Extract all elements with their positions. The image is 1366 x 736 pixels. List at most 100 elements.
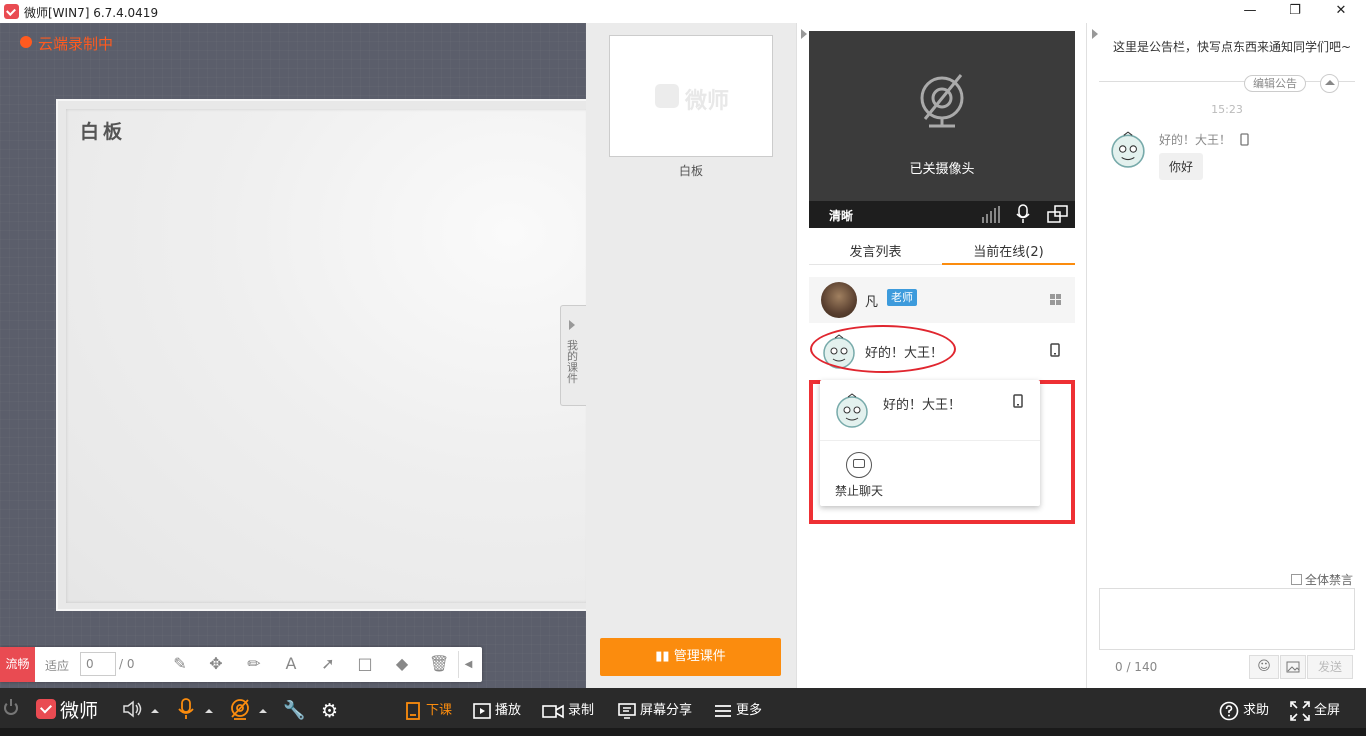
signal-icon [982, 206, 1000, 223]
whiteboard-frame: 白板 [56, 99, 588, 611]
fold-arrow-icon[interactable] [801, 29, 807, 39]
screen-share-button[interactable]: 屏幕分享 [618, 700, 692, 722]
tab-speak-list[interactable]: 发言列表 [809, 241, 942, 260]
send-button[interactable]: 发送 [1307, 655, 1353, 679]
screen-share-label: 屏幕分享 [640, 703, 693, 718]
microphone-toolbar-icon[interactable] [178, 698, 194, 720]
text-icon[interactable]: A [281, 654, 301, 674]
brush-icon[interactable]: ✏ [244, 654, 264, 674]
watermark-logo-icon [655, 84, 679, 108]
checkbox-icon[interactable] [1291, 574, 1302, 585]
student-action-popup: 好的！大王！ 禁止聊天 [820, 380, 1040, 506]
popup-divider [820, 440, 1040, 441]
mute-all-checkbox[interactable]: 全体禁言 [1291, 571, 1353, 588]
whiteboard-stage: 云端录制中 白板 [0, 23, 588, 688]
collapse-notice-button[interactable] [1320, 74, 1339, 93]
tab-online-now[interactable]: 当前在线(2) [942, 241, 1075, 260]
whiteboard-canvas[interactable]: 白板 [66, 109, 588, 603]
brand-name: 微师 [60, 700, 99, 722]
highlight-ellipse [810, 325, 956, 373]
book-icon [406, 701, 420, 720]
speaker-dropdown-icon[interactable] [151, 709, 159, 713]
notice-divider [1099, 81, 1355, 82]
smooth-quality-button[interactable]: 流畅 [0, 647, 35, 682]
close-button[interactable]: ✕ [1330, 2, 1352, 20]
emoji-button[interactable]: ☺ [1249, 655, 1279, 679]
microphone-dropdown-icon[interactable] [205, 709, 213, 713]
fit-label[interactable]: 适应 [45, 657, 69, 674]
video-members-panel: 已关摄像头 清晰 发言列表 当前在线(2) 凡 老师 好的！大王！ 好的！大王！… [796, 23, 1086, 688]
clarity-button[interactable]: 清晰 [829, 207, 853, 224]
thumbnail-watermark: 微师 [685, 89, 730, 114]
chat-panel: 这里是公告栏，快写点东西来通知同学们吧~ 编辑公告 15:23 好的！大王！ 你… [1086, 23, 1366, 688]
popup-student-avatar [836, 393, 868, 428]
settings-gear-icon[interactable]: ⚙ [321, 700, 338, 722]
whiteboard-thumbnail[interactable]: 微师 [609, 35, 773, 157]
manage-courseware-button[interactable]: ▮▮ 管理课件 [600, 638, 781, 676]
whiteboard-title: 白板 [80, 121, 127, 143]
page-number-input[interactable] [80, 652, 116, 676]
camera-off-icon [920, 74, 964, 128]
chat-fold-arrow-icon[interactable] [1092, 29, 1098, 39]
speaker-icon[interactable] [122, 699, 142, 719]
minimize-button[interactable]: — [1239, 2, 1261, 20]
arrow-icon[interactable]: ➚ [318, 654, 338, 674]
end-class-button[interactable]: 下课 [404, 700, 452, 722]
more-button[interactable]: 更多 [714, 700, 762, 722]
my-courseware-tab[interactable]: 我的课件 [560, 305, 586, 406]
end-class-label: 下课 [426, 703, 453, 718]
char-counter: 0 / 140 [1115, 660, 1158, 674]
teacher-badge: 老师 [887, 289, 917, 306]
camera-off-text: 已关摄像头 [909, 162, 975, 177]
chat-sender-avatar [1111, 131, 1145, 168]
restore-button[interactable]: ❐ [1284, 2, 1306, 20]
teacher-avatar [821, 282, 857, 318]
pen-icon[interactable]: ✎ [170, 654, 190, 674]
play-icon [473, 702, 491, 719]
ban-chat-button[interactable]: 禁止聊天 [835, 482, 883, 499]
wrench-icon[interactable]: 🔧 [283, 700, 305, 722]
chat-sender-name: 好的！大王！ [1159, 133, 1232, 147]
rectangle-icon[interactable]: □ [355, 654, 375, 674]
brand-logo-icon [36, 699, 56, 719]
edit-notice-button[interactable]: 编辑公告 [1244, 75, 1306, 92]
windows-icon [1050, 294, 1061, 305]
fullscreen-icon [1290, 700, 1310, 721]
more-label: 更多 [736, 703, 763, 718]
power-icon[interactable] [4, 699, 18, 715]
eraser-icon[interactable]: ◆ [392, 654, 412, 674]
courseware-panel: 微师 白板 ▮▮ 管理课件 [586, 23, 796, 688]
collapse-toolbox-button[interactable]: ◀ [458, 651, 478, 678]
record-label: 录制 [568, 703, 595, 718]
popout-window-icon[interactable] [1047, 205, 1069, 223]
camera-toolbar-icon[interactable] [229, 698, 251, 720]
window-titlebar: 微师[WIN7] 6.7.4.0419 — ❐ ✕ [0, 0, 1366, 23]
menu-icon [715, 704, 731, 717]
record-button[interactable]: 录制 [542, 700, 594, 722]
image-button[interactable] [1280, 655, 1306, 679]
manage-courseware-label: 管理课件 [673, 649, 726, 664]
chat-message-input[interactable] [1099, 588, 1355, 650]
move-icon[interactable]: ✥ [206, 654, 226, 674]
help-button[interactable]: 求助 [1219, 700, 1269, 722]
popup-mobile-phone-icon [1013, 394, 1023, 408]
video-area: 已关摄像头 清晰 [809, 31, 1075, 228]
drawing-toolbox: 流畅 适应 / 0 ✎ ✥ ✏ A ➚ □ ◆ 🗑 ◀ [0, 647, 482, 682]
camera-dropdown-icon[interactable] [259, 709, 267, 713]
notice-board-text: 这里是公告栏，快写点东西来通知同学们吧~ [1113, 40, 1352, 54]
thumbnail-label: 白板 [678, 164, 703, 178]
chat-timestamp: 15:23 [1211, 103, 1243, 116]
mute-all-label: 全体禁言 [1305, 573, 1354, 587]
ban-chat-icon[interactable] [846, 452, 872, 478]
member-row-teacher[interactable]: 凡 老师 [809, 277, 1075, 323]
mobile-phone-icon [1050, 343, 1060, 357]
play-button[interactable]: 播放 [473, 700, 521, 722]
recording-dot-icon [20, 36, 32, 48]
teacher-name: 凡 [865, 295, 879, 310]
microphone-icon[interactable] [1016, 204, 1030, 224]
trash-icon[interactable]: 🗑 [429, 654, 449, 674]
popup-student-name: 好的！大王！ [883, 398, 962, 413]
fullscreen-button[interactable]: 全屏 [1290, 700, 1340, 722]
bar-chart-icon: ▮▮ [655, 649, 674, 664]
video-control-bar: 清晰 [809, 201, 1075, 228]
